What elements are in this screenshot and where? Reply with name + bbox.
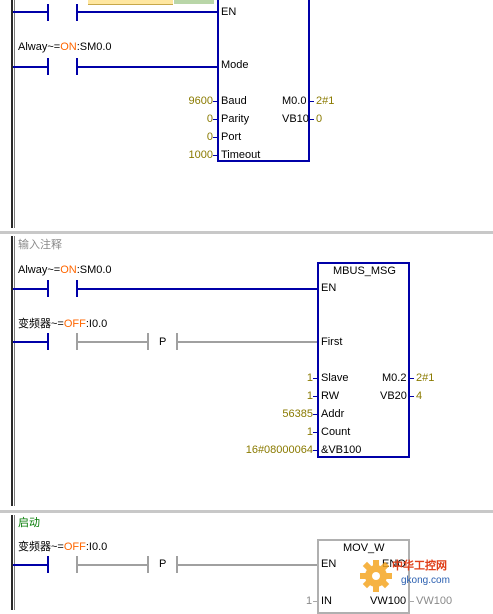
input-value[interactable]: 1000 [189, 149, 213, 161]
input-label: Baud [221, 95, 247, 107]
contact-left[interactable] [47, 333, 49, 350]
contact-label: 变频器~=OFF:I0.0 [18, 318, 108, 330]
input-label: Count [321, 426, 351, 438]
network-separator [0, 231, 493, 234]
power-rail [11, 236, 13, 506]
pin [313, 450, 317, 451]
p-contact-label: P [159, 558, 167, 570]
pin [410, 378, 414, 379]
network-comment[interactable]: 启动 [18, 517, 40, 529]
en-label: EN [321, 558, 337, 570]
input-value[interactable]: 16#08000064 [246, 444, 313, 456]
pin [313, 601, 317, 602]
contact-left[interactable] [47, 280, 49, 297]
pin [410, 396, 414, 397]
input-label: Addr [321, 408, 345, 420]
wire [13, 564, 47, 566]
pin [213, 155, 217, 156]
wire [78, 341, 148, 343]
pin [213, 101, 217, 102]
power-rail-inner [14, 515, 15, 610]
pin [310, 119, 314, 120]
watermark-cn: 中华工控网 [392, 560, 447, 572]
tab-green[interactable] [174, 0, 214, 4]
output-value[interactable]: 0 [316, 113, 322, 125]
contact-label: Alway~=ON:SM0.0 [18, 264, 112, 276]
wire [13, 288, 47, 290]
output-label: M0.2 [382, 372, 407, 384]
wire [78, 66, 218, 68]
mode-label: Mode [221, 59, 249, 71]
power-rail [11, 515, 13, 610]
contact-left[interactable] [47, 58, 49, 75]
wire [13, 66, 47, 68]
en-label: EN [321, 282, 337, 294]
pin [310, 101, 314, 102]
p-contact-label: P [159, 336, 167, 348]
wire [178, 341, 317, 343]
en-label: EN [221, 6, 237, 18]
contact-left[interactable] [47, 556, 49, 573]
input-value[interactable]: 56385 [282, 408, 313, 420]
output-value[interactable]: 4 [416, 390, 422, 402]
wire [178, 564, 317, 566]
wire [78, 288, 318, 290]
output-value[interactable]: 2#1 [416, 372, 434, 384]
output-label: M0.0 [282, 95, 307, 107]
pin [313, 378, 317, 379]
input-value[interactable]: 9600 [189, 95, 213, 107]
contact-label: 变频器~=OFF:I0.0 [18, 541, 108, 553]
wire [78, 564, 148, 566]
pin [313, 432, 317, 433]
first-label: First [321, 336, 343, 348]
gkong-watermark: 中华工控网 gkong.com [356, 548, 488, 608]
input-value[interactable]: 1 [306, 595, 312, 607]
p-contact-left[interactable] [147, 333, 149, 350]
wire [78, 11, 218, 13]
input-label: RW [321, 390, 340, 402]
tab-highlight[interactable] [88, 0, 173, 5]
pin [213, 137, 217, 138]
power-rail-inner [14, 0, 15, 228]
input-label: Slave [321, 372, 349, 384]
network-separator [0, 510, 493, 513]
power-rail-inner [14, 236, 15, 506]
input-label: IN [321, 595, 332, 607]
block-title: MBUS_MSG [333, 265, 396, 277]
pin [313, 414, 317, 415]
input-label: Timeout [221, 149, 261, 161]
power-rail [11, 0, 13, 228]
output-label: VB10 [282, 113, 309, 125]
contact-left[interactable] [47, 4, 49, 21]
wire [13, 11, 47, 13]
input-label: &VB100 [321, 444, 362, 456]
pin [213, 119, 217, 120]
p-contact-left[interactable] [147, 556, 149, 573]
output-value[interactable]: 2#1 [316, 95, 334, 107]
input-label: Parity [221, 113, 250, 125]
network-comment[interactable]: 输入注释 [18, 239, 62, 251]
watermark-url: gkong.com [401, 575, 450, 586]
input-label: Port [221, 131, 242, 143]
output-label: VB20 [380, 390, 407, 402]
wire [13, 341, 47, 343]
pin [313, 396, 317, 397]
contact-label: Alway~=ON:SM0.0 [18, 41, 112, 53]
